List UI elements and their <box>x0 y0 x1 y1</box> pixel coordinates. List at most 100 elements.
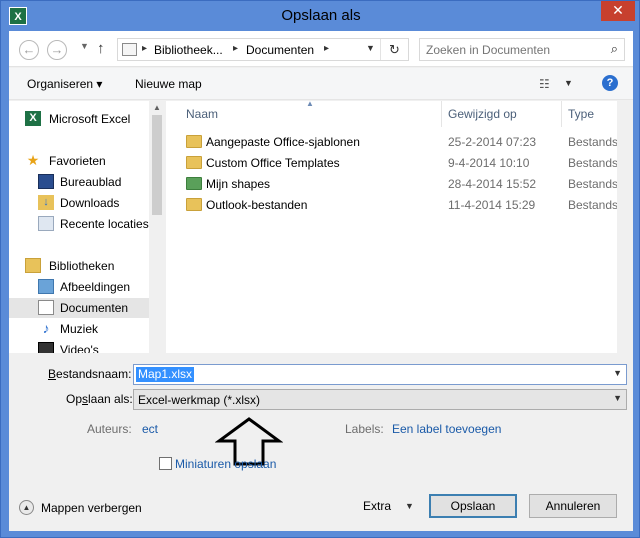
address-dropdown-icon[interactable]: ▼ <box>366 43 375 53</box>
tags-label: Labels: <box>345 422 384 436</box>
breadcrumb-chevron-icon[interactable]: ▸ <box>324 43 329 54</box>
nav-item-label: Afbeeldingen <box>60 280 131 294</box>
downloads-icon: ↓ <box>38 195 54 210</box>
breadcrumb-documents[interactable]: Documenten <box>246 43 314 57</box>
search-box[interactable]: ⌕ <box>419 38 625 61</box>
scrollbar-thumb[interactable] <box>152 115 162 215</box>
save-button[interactable]: Opslaan <box>429 494 517 518</box>
star-icon: ★ <box>26 152 40 168</box>
filename-label: Bestandsnaam: <box>48 367 132 381</box>
close-button[interactable]: ✕ <box>601 1 635 21</box>
view-options-icon[interactable]: ☷ <box>539 77 550 91</box>
music-icon: ♪ <box>42 320 50 336</box>
navigation-pane: X Microsoft Excel ★ Favorieten Bureaubla… <box>9 101 165 383</box>
nav-item-label: Favorieten <box>49 154 106 168</box>
savetype-select[interactable]: Excel-werkmap (*.xlsx) ▼ <box>133 389 627 410</box>
file-date: 28-4-2014 15:52 <box>448 177 537 191</box>
nav-item-favorites[interactable]: ★ Favorieten <box>9 151 149 171</box>
savetype-label: Opslaan als: <box>66 392 133 406</box>
filename-field[interactable]: Map1.xlsx ▼ <box>133 364 627 385</box>
nav-scrollbar[interactable]: ▲ ▼ <box>149 101 165 383</box>
file-date: 11-4-2014 15:29 <box>448 198 536 212</box>
authors-field[interactable]: ect <box>142 422 158 436</box>
column-header-name[interactable]: ▲ Naam <box>166 101 442 127</box>
file-list-scrollbar[interactable] <box>617 101 633 383</box>
tools-dropdown-icon[interactable]: ▼ <box>405 501 414 511</box>
file-list: ▲ Naam Gewijzigd op Type Aangepaste Offi… <box>166 101 633 383</box>
breadcrumb-chevron-icon[interactable]: ▸ <box>142 43 147 54</box>
column-header-date[interactable]: Gewijzigd op <box>442 101 562 127</box>
authors-label: Auteurs: <box>87 422 132 436</box>
table-row[interactable]: Aangepaste Office-sjablonen 25-2-2014 07… <box>166 132 633 153</box>
library-icon <box>122 43 137 56</box>
collapse-up-icon: ▲ <box>19 500 34 515</box>
title-bar: X Opslaan als ✕ <box>1 1 640 31</box>
nav-item-label: Microsoft Excel <box>49 112 131 126</box>
column-header-label: Type <box>568 107 595 121</box>
libraries-icon <box>25 258 41 273</box>
column-header-label: Gewijzigd op <box>448 107 517 121</box>
folder-icon <box>186 198 202 211</box>
nav-item-pictures[interactable]: Afbeeldingen <box>9 277 149 297</box>
nav-item-label: Documenten <box>60 301 129 315</box>
filename-value[interactable]: Map1.xlsx <box>136 367 195 382</box>
file-name: Custom Office Templates <box>206 156 340 170</box>
savetype-dropdown-icon[interactable]: ▼ <box>613 393 622 403</box>
dialog-title: Opslaan als <box>281 7 361 24</box>
table-row[interactable]: Custom Office Templates 9-4-2014 10:10 B… <box>166 153 633 174</box>
nav-item-label: Downloads <box>60 196 120 210</box>
folder-icon <box>186 156 202 169</box>
search-input[interactable] <box>426 42 596 58</box>
thumbnails-label[interactable]: Miniaturen opslaan <box>175 457 276 471</box>
tools-button[interactable]: Extra <box>363 499 391 513</box>
file-date: 9-4-2014 10:10 <box>448 156 530 170</box>
scroll-up-icon[interactable]: ▲ <box>149 103 165 112</box>
organize-button[interactable]: Organiseren ▾ <box>27 77 102 91</box>
new-folder-button[interactable]: Nieuwe map <box>135 77 202 91</box>
thumbnails-checkbox[interactable] <box>159 457 172 470</box>
up-button[interactable]: ↑ <box>97 40 105 57</box>
tags-field[interactable]: Een label toevoegen <box>392 422 501 436</box>
table-row[interactable]: Outlook-bestanden 11-4-2014 15:29 Bestan… <box>166 195 633 216</box>
desktop-icon <box>38 174 54 189</box>
nav-item-label: Muziek <box>60 322 99 336</box>
refresh-icon[interactable]: ↻ <box>380 39 408 60</box>
table-row[interactable]: Mijn shapes 28-4-2014 15:52 Bestandsmap <box>166 174 633 195</box>
nav-item-libraries[interactable]: Bibliotheken <box>9 256 149 276</box>
nav-item-music[interactable]: ♪ Muziek <box>9 319 149 339</box>
nav-item-documents[interactable]: Documenten <box>9 298 149 318</box>
recent-locations-dropdown[interactable]: ▼ <box>80 41 89 51</box>
breadcrumb-chevron-icon[interactable]: ▸ <box>233 43 238 54</box>
folder-icon <box>186 135 202 148</box>
nav-item-recent-places[interactable]: Recente locaties <box>9 214 149 234</box>
cancel-button[interactable]: Annuleren <box>529 494 617 518</box>
recent-places-icon <box>38 216 54 231</box>
save-as-dialog: X Opslaan als ✕ ← → ▼ ↑ ▸ Bibliotheek...… <box>0 0 640 538</box>
nav-item-microsoft-excel[interactable]: X Microsoft Excel <box>9 109 149 129</box>
filename-dropdown-icon[interactable]: ▼ <box>613 368 622 378</box>
sort-ascending-icon: ▲ <box>306 101 314 108</box>
address-row: ← → ▼ ↑ ▸ Bibliotheek... ▸ Documenten ▸ … <box>9 31 633 67</box>
nav-item-downloads[interactable]: ↓ Downloads <box>9 193 149 213</box>
excel-icon: X <box>25 111 41 126</box>
documents-icon <box>38 300 54 315</box>
nav-item-label: Bureaublad <box>60 175 122 189</box>
shapes-folder-icon <box>186 177 202 190</box>
view-dropdown-icon[interactable]: ▼ <box>564 78 573 88</box>
address-bar[interactable]: ▸ Bibliotheek... ▸ Documenten ▸ ▼ ↻ <box>117 38 409 61</box>
back-button[interactable]: ← <box>19 40 39 60</box>
nav-item-desktop[interactable]: Bureaublad <box>9 172 149 192</box>
command-bar: Organiseren ▾ Nieuwe map ☷ ▼ ? <box>9 68 633 100</box>
file-name: Outlook-bestanden <box>206 198 308 212</box>
breadcrumb-libraries[interactable]: Bibliotheek... <box>154 43 223 57</box>
dialog-body: ← → ▼ ↑ ▸ Bibliotheek... ▸ Documenten ▸ … <box>9 31 633 531</box>
search-icon[interactable]: ⌕ <box>611 41 618 57</box>
forward-button[interactable]: → <box>47 40 67 60</box>
nav-item-label: Recente locaties <box>60 217 149 231</box>
file-name: Aangepaste Office-sjablonen <box>206 135 360 149</box>
help-icon[interactable]: ? <box>602 75 618 91</box>
nav-item-label: Bibliotheken <box>49 259 115 273</box>
column-header-type[interactable]: Type <box>562 101 622 127</box>
file-name: Mijn shapes <box>206 177 271 191</box>
column-header-label: Naam <box>186 107 219 121</box>
